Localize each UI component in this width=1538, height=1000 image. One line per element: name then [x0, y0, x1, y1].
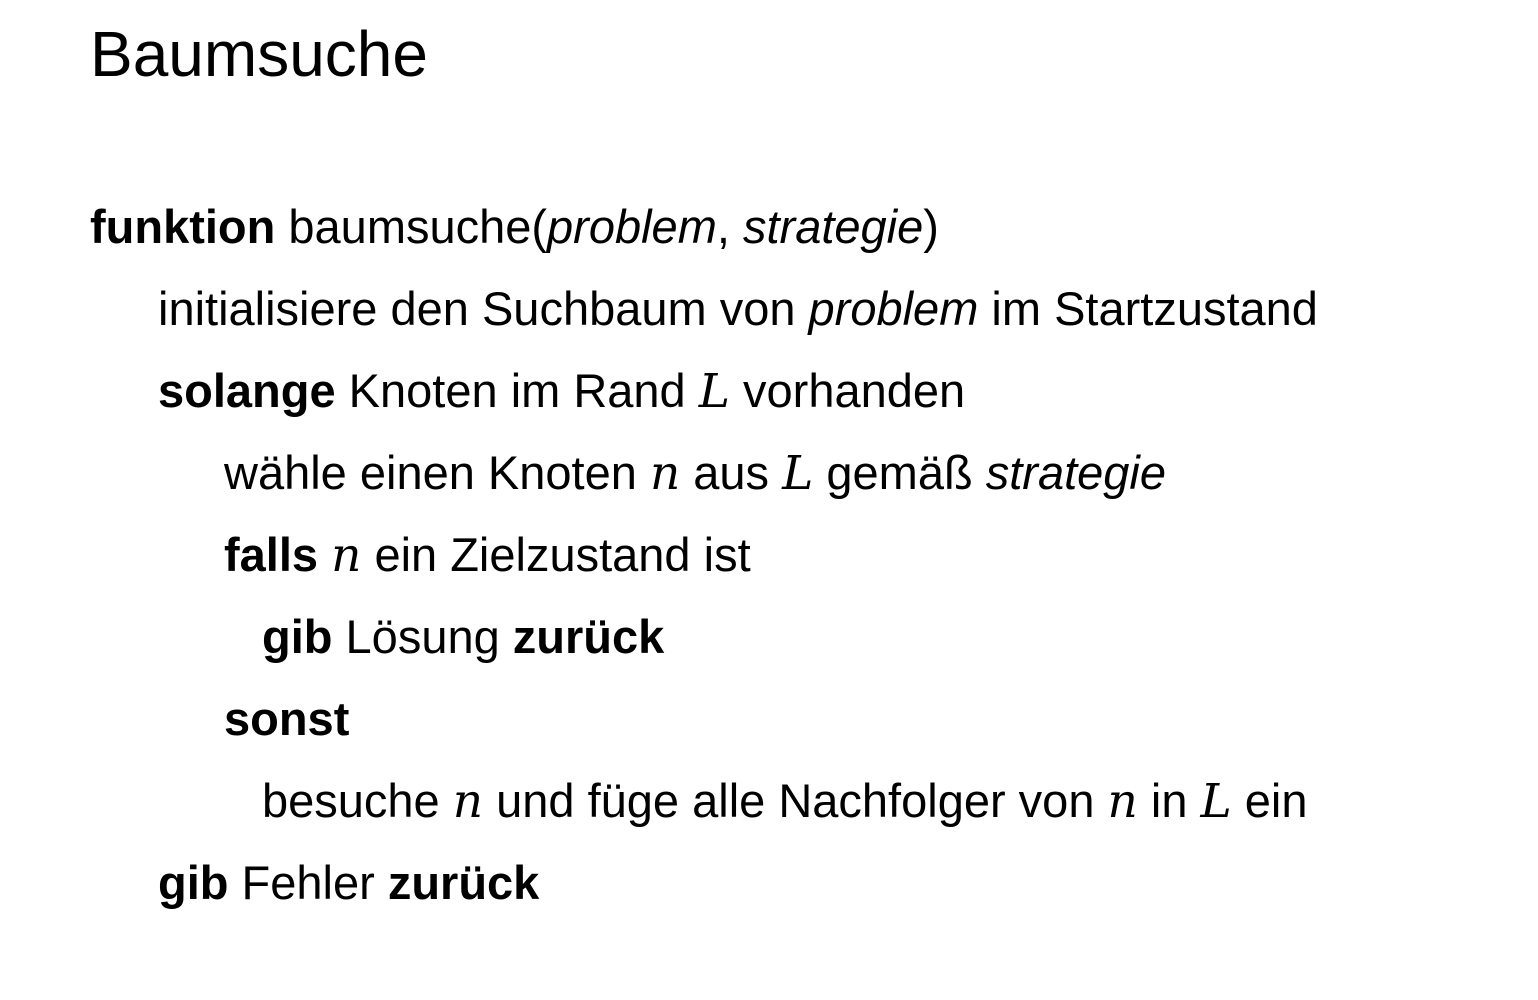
math-var-L: L	[698, 364, 730, 419]
keyword-gib: gib	[158, 856, 229, 909]
math-var-L: L	[1200, 774, 1232, 829]
text: besuche	[262, 774, 453, 827]
algorithm-line-else: sonst	[224, 689, 349, 749]
keyword-zurueck: zurück	[387, 856, 540, 909]
text: wähle einen Knoten	[224, 446, 650, 499]
function-name: baumsuche(	[288, 200, 548, 253]
text: Lösung	[332, 610, 513, 663]
algorithm-line-if: falls n ein Zielzustand ist	[224, 525, 751, 586]
math-var-n: n	[649, 446, 681, 501]
algorithm-line-function-header: funktion baumsuche(problem, strategie)	[90, 197, 939, 257]
text: Knoten im Rand	[335, 364, 699, 417]
slide-title: Baumsuche	[90, 18, 428, 90]
keyword-falls: falls	[224, 528, 319, 581]
algorithm-line-initialize: initialisiere den Suchbaum von problem i…	[158, 279, 1318, 339]
text: Fehler	[228, 856, 388, 909]
param-strategie: strategie	[985, 446, 1167, 499]
slide: Baumsuche funktion baumsuche(problem, st…	[0, 0, 1538, 1000]
param-strategie: strategie	[742, 200, 924, 253]
text: und füge alle Nachfolger von	[483, 774, 1108, 827]
text: ein	[1231, 774, 1308, 827]
keyword-sonst: sonst	[224, 692, 350, 745]
text: vorhanden	[729, 364, 966, 417]
math-var-n: n	[331, 528, 362, 583]
text: gemäß	[813, 446, 986, 499]
keyword-gib: gib	[262, 610, 333, 663]
algorithm-line-while: solange Knoten im Rand L vorhanden	[158, 361, 965, 422]
keyword-zurueck: zurück	[512, 610, 665, 663]
text: in	[1137, 774, 1201, 827]
close-paren: )	[923, 200, 939, 253]
math-var-n: n	[1107, 774, 1138, 829]
algorithm-line-return-solution: gib Lösung zurück	[262, 607, 664, 667]
math-var-L: L	[782, 446, 814, 501]
keyword-funktion: funktion	[90, 200, 276, 253]
math-var-n: n	[452, 774, 484, 829]
algorithm-line-return-error: gib Fehler zurück	[158, 853, 539, 913]
text: im Startzustand	[978, 282, 1318, 335]
var-problem: problem	[808, 282, 979, 335]
text: initialisiere den Suchbaum von	[158, 282, 809, 335]
text: aus	[680, 446, 783, 499]
algorithm-line-expand: besuche n und füge alle Nachfolger von n…	[262, 771, 1308, 832]
param-problem: problem	[547, 200, 717, 253]
algorithm-line-select: wähle einen Knoten n aus L gemäß strateg…	[224, 443, 1166, 504]
param-separator: ,	[716, 200, 743, 253]
keyword-solange: solange	[158, 364, 336, 417]
text: ein Zielzustand ist	[361, 528, 751, 581]
